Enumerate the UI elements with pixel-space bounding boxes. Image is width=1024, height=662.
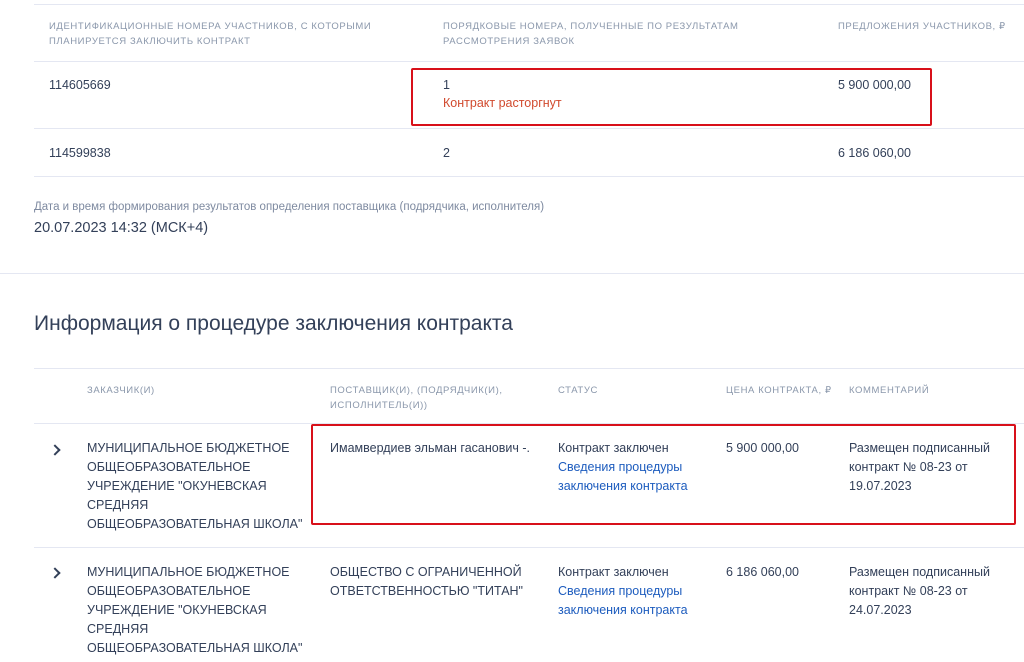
column-header-status: Статус	[558, 385, 598, 396]
chevron-right-icon[interactable]	[49, 444, 61, 456]
column-header-offer: Предложения участников, ₽	[838, 21, 1006, 32]
column-header-comment: Комментарий	[849, 385, 930, 396]
divider	[34, 128, 1024, 129]
highlight-box	[311, 424, 1016, 525]
section-divider	[0, 273, 1024, 274]
results-datetime-label: Дата и время формирования результатов оп…	[34, 201, 545, 213]
contract-comment: Размещен подписанный контракт № 08-23 от…	[849, 565, 990, 617]
column-header-customer: Заказчик(и)	[87, 385, 155, 396]
column-header-price: Цена контракта, ₽	[726, 385, 832, 396]
supplier-name: ОБЩЕСТВО С ОГРАНИЧЕННОЙ ОТВЕТСТВЕННОСТЬЮ…	[330, 565, 523, 598]
column-header-rank: Порядковые номера, полученные по результ…	[443, 21, 739, 47]
participant-offer: 6 186 060,00	[838, 146, 911, 160]
divider	[34, 61, 1024, 62]
contract-price: 6 186 060,00	[726, 565, 799, 579]
participant-id: 114599838	[49, 146, 111, 160]
chevron-right-icon[interactable]	[49, 567, 61, 579]
column-header-participant-id: Идентификационные номера участников, с к…	[49, 21, 372, 47]
column-header-supplier: Поставщик(и), (подрядчик(и), исполнитель…	[330, 385, 503, 411]
contract-status: Контракт заключен	[558, 565, 669, 579]
customer-name: МУНИЦИПАЛЬНОЕ БЮДЖЕТНОЕ ОБЩЕОБРАЗОВАТЕЛЬ…	[87, 441, 303, 531]
divider	[34, 4, 1024, 5]
results-datetime-value: 20.07.2023 14:32 (МСК+4)	[34, 220, 209, 236]
procedure-details-link[interactable]: Сведения процедуры заключения контракта	[558, 582, 718, 620]
customer-name: МУНИЦИПАЛЬНОЕ БЮДЖЕТНОЕ ОБЩЕОБРАЗОВАТЕЛЬ…	[87, 565, 303, 655]
participant-id: 114605669	[49, 78, 111, 92]
divider	[34, 547, 1024, 548]
rank-number: 2	[443, 146, 450, 160]
divider	[34, 176, 1024, 177]
highlight-box	[411, 68, 932, 126]
section-title: Информация о процедуре заключения контра…	[34, 312, 513, 335]
divider	[34, 368, 1024, 369]
